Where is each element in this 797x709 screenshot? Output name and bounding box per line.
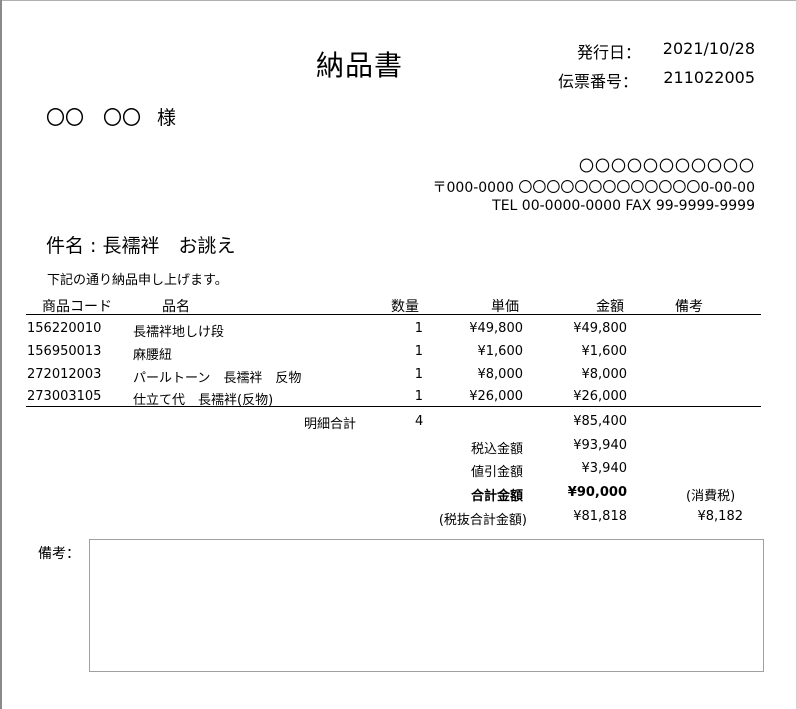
discount-amount: ¥3,940 [581,461,628,476]
row-amount: ¥26,000 [573,389,627,404]
row-code: 272012003 [27,367,102,382]
row-unit-price: ¥8,000 [477,367,524,382]
row-code: 156950013 [27,344,102,359]
window-left-border [0,0,2,709]
slip-number-label: 伝票番号： [558,72,639,91]
row-quantity: 1 [414,389,423,404]
row-unit-price: ¥26,000 [469,389,523,404]
company-tel-fax: TEL 00-0000-0000 FAX 99-9999-9999 [492,198,755,214]
header-rule [26,314,761,315]
issue-date: 2021/10/28 [662,39,755,58]
detail-total-quantity: 4 [415,414,424,429]
notes-field[interactable] [89,539,764,672]
row-code: 156220010 [27,321,102,336]
row-quantity: 1 [414,321,423,336]
row-quantity: 1 [414,344,423,359]
pre-tax-total-amount: ¥81,818 [573,509,627,524]
discount-label: 値引金額 [470,465,523,480]
consumption-tax-amount: ¥8,182 [697,509,744,524]
issue-date-label: 発行日： [577,43,642,62]
row-name: 麻腰紐 [133,348,173,363]
table-bottom-rule [26,406,761,407]
grand-total-amount: ¥90,000 [567,485,627,500]
company-address: 〒000-0000 〇〇〇〇〇〇〇〇〇〇〇〇〇0-00-00 [432,180,756,196]
consumption-tax-label: (消費税) [686,489,736,504]
company-name: 〇〇〇〇〇〇〇〇〇〇〇 [578,157,755,175]
header-product-code: 商品コード [42,299,112,315]
row-name: パールトーン 長襦袢 反物 [133,371,302,386]
row-name: 長襦袢地しけ段 [133,325,225,340]
pre-tax-total-label: (税抜合計金額) [438,513,527,528]
detail-total-amount: ¥85,400 [573,414,627,429]
row-amount: ¥49,800 [573,321,627,336]
customer-name-line: 〇〇 〇〇様 [46,103,176,130]
row-amount: ¥8,000 [581,367,628,382]
row-unit-price: ¥49,800 [469,321,523,336]
header-remarks: 備考 [675,299,703,315]
notes-label: 備考： [38,546,80,562]
slip-number: 211022005 [663,68,755,87]
row-code: 273003105 [27,389,102,404]
lead-text: 下記の通り納品申し上げます。 [47,273,228,288]
detail-total-label: 明細合計 [304,417,357,432]
row-amount: ¥1,600 [581,344,628,359]
row-quantity: 1 [414,367,423,382]
customer-honorific: 様 [157,107,177,129]
subject-line: 件名 : 長襦袢 お誂え [46,235,236,257]
header-quantity: 数量 [391,299,419,315]
tax-included-amount: ¥93,940 [573,438,627,453]
grand-total-label: 合計金額 [470,489,523,504]
header-product-name: 品名 [162,299,190,315]
header-unit-price: 単価 [491,299,519,315]
row-unit-price: ¥1,600 [477,344,524,359]
tax-included-label: 税込金額 [470,442,523,457]
customer-name: 〇〇 〇〇 [46,107,142,129]
window-top-border [0,0,797,1]
header-amount: 金額 [596,299,624,315]
